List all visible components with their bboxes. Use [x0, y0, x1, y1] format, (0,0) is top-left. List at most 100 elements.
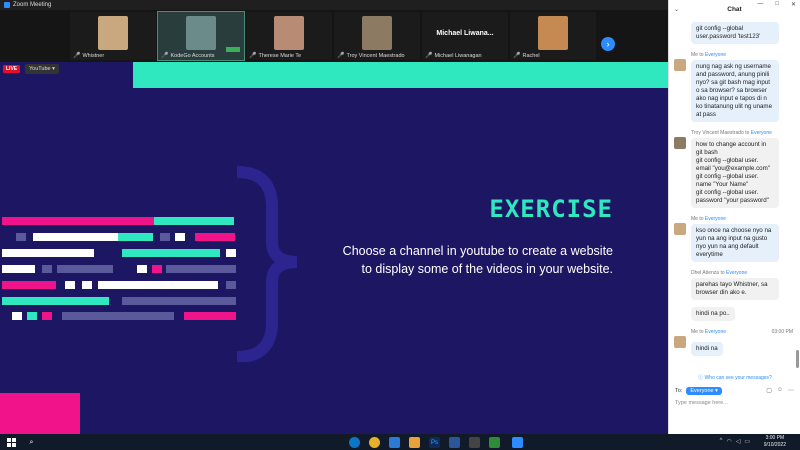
chevron-up-icon[interactable]: ^ — [720, 438, 723, 445]
search-icon[interactable]: ⌕ — [26, 437, 37, 448]
participant-name: KodeGo Accounts — [170, 52, 215, 59]
who-can-see-link[interactable]: ⓘ Who can see your messages? — [669, 374, 800, 381]
recipient-dropdown[interactable]: Everyone ▾ — [686, 387, 722, 395]
recipient-row: To: Everyone ▾ — [675, 387, 722, 395]
participant-tile[interactable]: 🎤 Troy Vincent Maestrado — [334, 12, 420, 60]
file-icon[interactable]: ▢ — [766, 387, 772, 394]
chat-message: Dhel Atienza to Everyone parehas tayo Wh… — [691, 270, 793, 323]
message-sender: Me — [691, 329, 698, 335]
battery-icon[interactable]: ▭ — [744, 438, 750, 445]
clock-date: 9/10/2022 — [763, 441, 786, 448]
participant-tile[interactable]: Michael Liwana... 🎤 Michael Liwanagan — [422, 12, 508, 60]
windows-start-icon[interactable] — [6, 437, 17, 448]
chevron-down-icon: ▾ — [715, 388, 718, 394]
speaking-indicator — [226, 47, 240, 52]
message-recipient: Everyone — [704, 216, 727, 222]
participant-tile[interactable]: 🎤 Whistner — [70, 12, 156, 60]
message-bubble: parehas tayo Whistner, sa browser din ak… — [691, 278, 779, 300]
avatar — [674, 137, 686, 149]
mic-muted-icon: 🎤 — [425, 53, 433, 59]
message-sender: Me — [691, 216, 698, 222]
curly-brace-decor — [236, 166, 298, 362]
message-recipient: Everyone — [750, 130, 772, 136]
avatar — [674, 336, 686, 348]
message-bubble: nung nag ask ng username and password, a… — [691, 60, 779, 122]
zoom-icon[interactable] — [512, 437, 523, 448]
shared-screen: LIVE YouTube ▾ EXERCISE Choose a channel… — [0, 62, 668, 434]
participant-video — [274, 16, 304, 50]
to-label: To: — [675, 388, 683, 394]
volume-icon[interactable]: ◁ — [736, 438, 741, 445]
chat-message: Me to Everyone nung nag ask ng username … — [674, 52, 793, 124]
system-tray: ^ ◠ ◁ ▭ — [720, 438, 750, 445]
chat-window-controls: — □ ✕ — [757, 1, 796, 8]
word-icon[interactable] — [449, 437, 460, 448]
chat-panel: — □ ✕ ⌄ Chat git config --global user.pa… — [668, 0, 800, 434]
wifi-icon[interactable]: ◠ — [726, 438, 731, 445]
chrome-icon[interactable] — [369, 437, 380, 448]
chevron-down-icon[interactable]: ⌄ — [674, 6, 679, 13]
message-bubble: how to change account in git bash git co… — [691, 138, 779, 208]
platform-dropdown[interactable]: YouTube ▾ — [25, 64, 59, 74]
participant-video — [362, 16, 392, 50]
participant-tile[interactable]: 🎤 Therese Marie Te — [246, 12, 332, 60]
message-bubble: kso once na choose nyo na yun na ang inp… — [691, 224, 779, 262]
participant-strip: 🎤 Whistner 🎤 KodeGo Accounts 🎤 Therese Mari… — [0, 10, 668, 62]
calculator-icon[interactable] — [469, 437, 480, 448]
vscode-icon[interactable] — [389, 437, 400, 448]
phone-link-icon[interactable] — [489, 437, 500, 448]
slide-subtitle: Choose a channel in youtube to create a … — [342, 244, 613, 276]
participant-tile[interactable]: 🎤 Rachel — [510, 12, 596, 60]
message-time: 03:00 PM — [771, 329, 793, 335]
more-icon[interactable]: ⋯ — [788, 387, 794, 394]
participant-display-name: Michael Liwana... — [436, 30, 494, 37]
mic-muted-icon: 🎤 — [337, 53, 345, 59]
live-badge[interactable]: LIVE — [3, 65, 21, 73]
close-icon[interactable]: ✕ — [791, 1, 796, 8]
clock-time: 3:00 PM — [765, 435, 785, 441]
chat-tools: ▢ ☺ ⋯ — [766, 387, 794, 394]
chat-messages: git config --global user.password 'test1… — [669, 22, 797, 368]
participant-name: Therese Marie Te — [258, 52, 302, 59]
meeting-area: 🎤 Whistner 🎤 KodeGo Accounts 🎤 Therese Mari… — [0, 10, 668, 434]
file-explorer-icon[interactable] — [409, 437, 420, 448]
mic-muted-icon: 🎤 — [161, 53, 169, 59]
participant-name: Michael Liwanagan — [434, 52, 482, 59]
avatar — [674, 59, 686, 71]
participant-name: Whistner — [82, 52, 105, 59]
mic-muted-icon: 🎤 — [73, 53, 81, 59]
participant-name: Troy Vincent Maestrado — [346, 52, 405, 59]
message-recipient: Everyone — [704, 329, 727, 335]
message-recipient: Everyone — [726, 270, 748, 276]
edge-icon[interactable] — [349, 437, 360, 448]
participant-tile[interactable]: 🎤 KodeGo Accounts — [157, 11, 245, 61]
platform-label: YouTube — [29, 66, 51, 72]
clock[interactable]: 3:00 PM 9/10/2022 — [764, 435, 786, 448]
chat-message: git config --global user.password 'test1… — [691, 22, 793, 46]
participant-video — [186, 16, 216, 50]
decor-teal-bar — [133, 62, 668, 88]
chat-message: Troy Vincent Maestrado to Everyone how t… — [674, 130, 793, 210]
message-sender: Dhel Atienza — [691, 270, 720, 276]
emoji-icon[interactable]: ☺ — [777, 387, 783, 394]
message-bubble: hindi na po.. — [691, 307, 735, 321]
participant-video — [98, 16, 128, 50]
participant-video — [538, 16, 568, 50]
photoshop-icon[interactable]: Ps — [429, 437, 440, 448]
who-can-see-label: Who can see your messages? — [704, 375, 772, 381]
recipient-value: Everyone — [690, 388, 714, 394]
zoom-logo-icon — [4, 2, 10, 8]
chat-scrollbar[interactable] — [796, 350, 799, 368]
avatar — [674, 223, 686, 235]
message-sender: Me — [691, 52, 698, 58]
message-bubble: git config --global user.password 'test1… — [691, 22, 779, 44]
minimize-icon[interactable]: — — [757, 1, 763, 8]
maximize-icon[interactable]: □ — [775, 1, 779, 8]
message-input[interactable]: Type message here... — [675, 400, 728, 406]
chat-message: Me to Everyone 03:00 PM hindi na — [674, 329, 793, 358]
message-bubble: hindi na — [691, 342, 723, 356]
next-page-arrow-icon[interactable]: › — [601, 37, 615, 51]
windows-taskbar: ⌕ Ps ^ ◠ ◁ ▭ 3:00 PM 9/10/2022 — [0, 434, 800, 450]
participant-name: Rachel — [522, 52, 540, 59]
window-title: Zoom Meeting — [13, 2, 52, 8]
